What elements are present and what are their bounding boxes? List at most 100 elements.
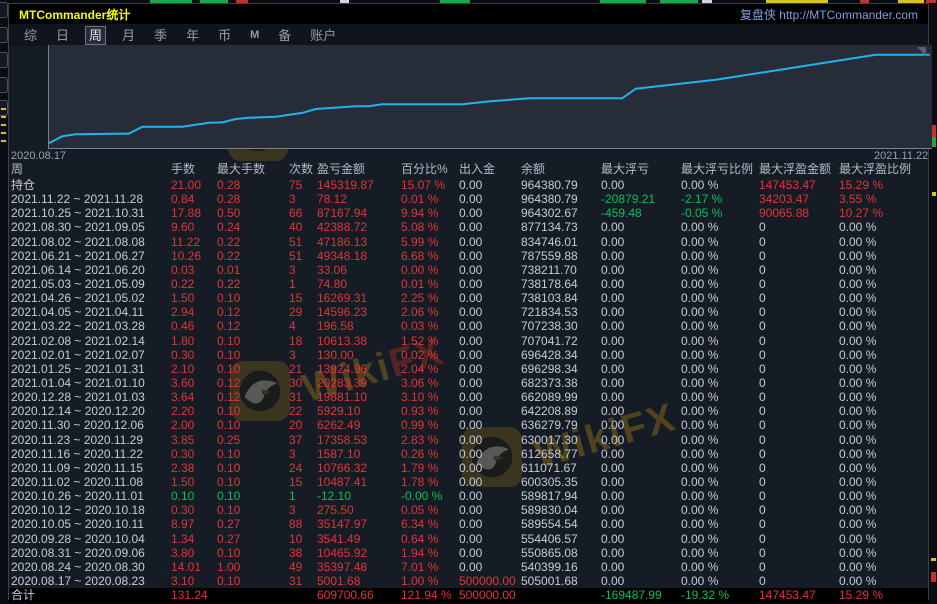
table-cell: 0.00 % (681, 503, 759, 517)
table-cell: 0 (759, 305, 839, 319)
tab-m[interactable]: M (247, 27, 262, 44)
column-header[interactable]: 手数 (171, 162, 217, 177)
table-row[interactable]: 2020.10.26 ~ 2020.11.010.100.101-12.10-0… (11, 489, 927, 503)
table-row[interactable]: 2020.12.28 ~ 2021.01.033.640.123119881.1… (11, 390, 927, 404)
table-row[interactable]: 2021.04.26 ~ 2021.05.021.500.101516269.3… (11, 291, 927, 305)
table-cell: 2021.01.04 ~ 2021.01.10 (11, 376, 171, 390)
table-cell: 2.10 (171, 362, 217, 376)
column-header[interactable]: 最大浮亏比例 (681, 162, 759, 177)
column-header[interactable]: 周 (11, 162, 171, 177)
table-cell: 0.00 % (681, 574, 759, 588)
table-cell: 0 (759, 461, 839, 475)
table-cell: 6.68 % (401, 249, 459, 263)
tab-ji[interactable]: 季 (151, 27, 170, 44)
table-cell: 0.00 % (839, 305, 923, 319)
column-header[interactable]: 出入金 (459, 162, 521, 177)
column-header[interactable]: 百分比% (401, 162, 459, 177)
table-cell: 17.88 (171, 206, 217, 220)
tab-zhou[interactable]: 周 (85, 26, 106, 45)
table-cell: 589817.94 (521, 489, 601, 503)
table-cell: 3.10 % (401, 390, 459, 404)
table-cell: 34203.47 (759, 192, 839, 206)
table-cell: 2020.09.28 ~ 2020.10.04 (11, 532, 171, 546)
table-row[interactable]: 2020.08.17 ~ 2020.08.233.100.10315001.68… (11, 574, 927, 588)
tab-bi[interactable]: 币 (215, 27, 234, 44)
table-row[interactable]: 2021.08.02 ~ 2021.08.0811.220.225147186.… (11, 235, 927, 249)
table-cell: 612658.77 (521, 447, 601, 461)
table-cell: 49348.18 (317, 249, 401, 263)
table-cell: 74.80 (317, 277, 401, 291)
tab-ri[interactable]: 日 (53, 27, 72, 44)
table-cell: 0.00 % (681, 277, 759, 291)
brand-link[interactable]: 复盘侠 http://MTCommander.com (740, 6, 918, 23)
table-row[interactable]: 2021.08.30 ~ 2021.09.059.600.244042388.7… (11, 220, 927, 234)
table-row[interactable]: 持仓21.000.2875145319.8715.07 %0.00964380.… (11, 178, 927, 192)
total-cell: 15.29 % (839, 588, 923, 602)
tab-nian[interactable]: 年 (183, 27, 202, 44)
table-row[interactable]: 2021.01.04 ~ 2021.01.103.600.123020283.3… (11, 376, 927, 390)
table-row[interactable]: 2020.11.09 ~ 2020.11.152.380.102410766.3… (11, 461, 927, 475)
tab-yue[interactable]: 月 (119, 27, 138, 44)
tab-zong[interactable]: 综 (21, 27, 40, 44)
table-row[interactable]: 2021.05.03 ~ 2021.05.090.220.22174.800.0… (11, 277, 927, 291)
table-row[interactable]: 2021.02.01 ~ 2021.02.070.300.103130.000.… (11, 348, 927, 362)
column-header[interactable]: 最大浮盈金额 (759, 162, 839, 177)
column-header[interactable]: 最大浮亏 (601, 162, 681, 177)
table-cell: 0.00 % (681, 263, 759, 277)
table-cell: 0.01 % (401, 277, 459, 291)
table-cell: 30 (289, 376, 317, 390)
table-row[interactable]: 2021.03.22 ~ 2021.03.280.460.124196.580.… (11, 319, 927, 333)
table-cell: 3 (289, 447, 317, 461)
table-cell: 0 (759, 433, 839, 447)
column-header[interactable]: 余额 (521, 162, 601, 177)
column-header[interactable]: 最大浮盈比例 (839, 162, 923, 177)
table-row[interactable]: 2020.11.30 ~ 2020.12.062.000.10206262.49… (11, 418, 927, 432)
background-toolbar-button (0, 52, 8, 68)
table-cell: 0 (759, 574, 839, 588)
table-row[interactable]: 2020.11.16 ~ 2020.11.220.300.1031587.100… (11, 447, 927, 461)
table-row[interactable]: 2020.12.14 ~ 2020.12.202.200.10225929.10… (11, 404, 927, 418)
table-cell: 0.24 (217, 220, 289, 234)
table-row[interactable]: 2020.11.23 ~ 2020.11.293.850.253717358.5… (11, 433, 927, 447)
table-cell: 0.00 (459, 390, 521, 404)
table-row[interactable]: 2021.04.05 ~ 2021.04.112.940.122914596.2… (11, 305, 927, 319)
table-row[interactable]: 2021.06.14 ~ 2021.06.200.030.01333.060.0… (11, 263, 927, 277)
table-cell: 738211.70 (521, 263, 601, 277)
table-cell: 0.00 % (839, 574, 923, 588)
table-cell: 40 (289, 220, 317, 234)
table-cell: 9.60 (171, 220, 217, 234)
table-row[interactable]: 2020.10.05 ~ 2020.10.118.970.278835147.9… (11, 517, 927, 531)
table-cell: 0.10 (217, 574, 289, 588)
table-row[interactable]: 2021.02.08 ~ 2021.02.141.800.101810613.3… (11, 334, 927, 348)
table-row[interactable]: 2021.01.25 ~ 2021.01.312.100.102113924.9… (11, 362, 927, 376)
table-row[interactable]: 2020.11.02 ~ 2020.11.081.500.101510487.4… (11, 475, 927, 489)
table-cell: 2020.12.14 ~ 2020.12.20 (11, 404, 171, 418)
column-header[interactable]: 最大手数 (217, 162, 289, 177)
tab-bei[interactable]: 备 (275, 27, 294, 44)
table-row[interactable]: 2020.10.12 ~ 2020.10.180.300.103275.500.… (11, 503, 927, 517)
table-cell: -0.05 % (681, 206, 759, 220)
table-cell: 13924.96 (317, 362, 401, 376)
table-row[interactable]: 2020.08.31 ~ 2020.09.063.800.103810465.9… (11, 546, 927, 560)
table-cell: 0.00 % (681, 433, 759, 447)
table-row[interactable]: 2020.08.24 ~ 2020.08.3014.011.004935397.… (11, 560, 927, 574)
table-row[interactable]: 2021.10.25 ~ 2021.10.3117.880.506687167.… (11, 206, 927, 220)
table-row[interactable]: 2021.11.22 ~ 2021.11.280.840.28378.120.0… (11, 192, 927, 206)
table-cell: 88 (289, 517, 317, 531)
table-cell: 0.00 % (839, 263, 923, 277)
table-cell: 0.00 (459, 546, 521, 560)
column-header[interactable]: 次数 (289, 162, 317, 177)
table-cell: 87167.94 (317, 206, 401, 220)
table-cell: 787559.88 (521, 249, 601, 263)
table-row[interactable]: 2021.06.21 ~ 2021.06.2710.260.225149348.… (11, 249, 927, 263)
table-cell: 1.52 % (401, 334, 459, 348)
table-row[interactable]: 2020.09.28 ~ 2020.10.041.340.27103541.49… (11, 532, 927, 546)
table-cell: 6262.49 (317, 418, 401, 432)
table-cell: 0.27 (217, 532, 289, 546)
column-header[interactable]: 盈亏金额 (317, 162, 401, 177)
total-cell (521, 588, 601, 602)
background-toolbar-button (0, 2, 8, 18)
tab-zhanghu[interactable]: 账户 (307, 27, 339, 44)
table-cell: 0.00 % (839, 433, 923, 447)
table-cell: 2021.05.03 ~ 2021.05.09 (11, 277, 171, 291)
